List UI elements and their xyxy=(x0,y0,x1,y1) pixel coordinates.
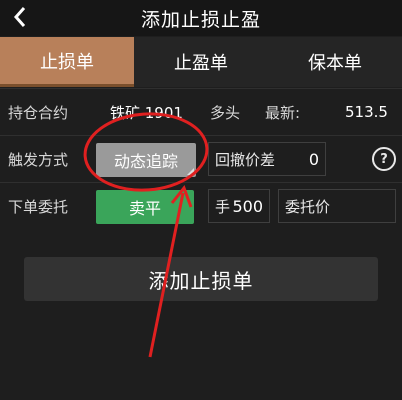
annotation-arrow-shaft xyxy=(148,192,185,358)
annotation-overlay xyxy=(83,112,209,358)
annotation-circle xyxy=(83,112,209,192)
